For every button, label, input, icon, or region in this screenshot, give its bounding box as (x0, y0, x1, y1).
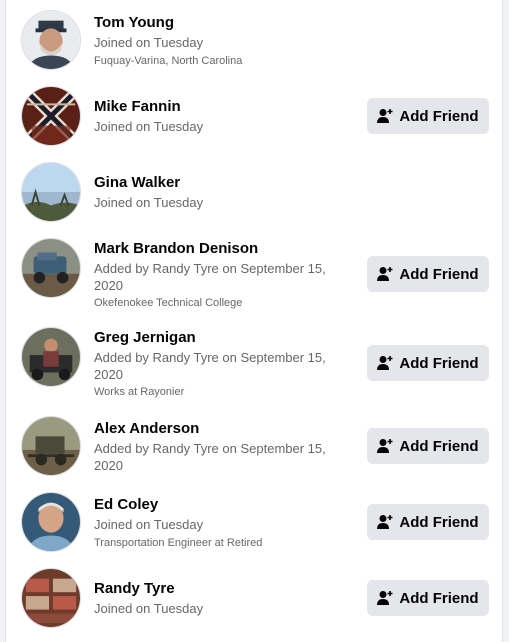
person-detail: Works at Rayonier (94, 386, 185, 398)
add-friend-label: Add Friend (399, 354, 479, 372)
add-friend-button[interactable]: Add Friend (367, 580, 489, 616)
list-item: Alex Anderson Added by Randy Tyre on Sep… (6, 416, 502, 478)
join-status: Joined on Tuesday (94, 601, 204, 616)
person-detail: Fuquay-Varina, North Carolina (94, 55, 243, 67)
join-status: Joined on Tuesday (94, 35, 204, 50)
person-name[interactable]: Greg Jernigan (94, 329, 196, 347)
join-status: Joined on Tuesday (94, 517, 204, 532)
avatar[interactable] (21, 162, 81, 222)
person-name[interactable]: Alex Anderson (94, 420, 199, 438)
add-friend-button[interactable]: Add Friend (367, 345, 489, 381)
join-status: Joined on Tuesday (94, 195, 204, 210)
person-name[interactable]: Randy Tyre (94, 580, 175, 598)
add-friend-button[interactable]: Add Friend (367, 256, 489, 292)
list-item: Tom Young Joined on Tuesday Fuquay-Varin… (6, 10, 502, 72)
add-friend-icon (377, 439, 393, 453)
person-name[interactable]: Gina Walker (94, 174, 180, 192)
add-friend-label: Add Friend (399, 437, 479, 455)
avatar[interactable] (21, 238, 81, 298)
list-item: Mark Brandon Denison Added by Randy Tyre… (6, 238, 502, 312)
person-name[interactable]: Mike Fannin (94, 98, 181, 116)
join-status: Added by Randy Tyre on September 15, 202… (94, 441, 326, 473)
add-friend-label: Add Friend (399, 107, 479, 125)
add-friend-label: Add Friend (399, 265, 479, 283)
add-friend-icon (377, 109, 393, 123)
person-name[interactable]: Tom Young (94, 14, 174, 32)
person-detail: Okefenokee Technical College (94, 297, 243, 309)
join-status: Added by Randy Tyre on September 15, 202… (94, 350, 326, 382)
person-detail: Transportation Engineer at Retired (94, 537, 263, 549)
list-item: Gina Walker Joined on Tuesday (6, 162, 502, 224)
list-item: Ed Coley Joined on Tuesday Transportatio… (6, 492, 502, 554)
add-friend-button[interactable]: Add Friend (367, 504, 489, 540)
avatar[interactable] (21, 327, 81, 387)
list-item: Greg Jernigan Added by Randy Tyre on Sep… (6, 327, 502, 401)
add-friend-icon (377, 515, 393, 529)
avatar[interactable] (21, 416, 81, 476)
add-friend-icon (377, 356, 393, 370)
avatar[interactable] (21, 568, 81, 628)
add-friend-button[interactable]: Add Friend (367, 428, 489, 464)
add-friend-label: Add Friend (399, 513, 479, 531)
people-list: Tom Young Joined on Tuesday Fuquay-Varin… (5, 0, 503, 642)
avatar[interactable] (21, 492, 81, 552)
avatar[interactable] (21, 86, 81, 146)
list-item: Randy Tyre Joined on Tuesday Add Friend (6, 568, 502, 630)
list-item: Mike Fannin Joined on Tuesday Add Friend (6, 86, 502, 148)
join-status: Joined on Tuesday (94, 119, 204, 134)
join-status: Added by Randy Tyre on September 15, 202… (94, 261, 326, 293)
add-friend-icon (377, 267, 393, 281)
add-friend-icon (377, 591, 393, 605)
avatar[interactable] (21, 10, 81, 70)
person-name[interactable]: Ed Coley (94, 496, 158, 514)
add-friend-label: Add Friend (399, 589, 479, 607)
person-name[interactable]: Mark Brandon Denison (94, 240, 258, 258)
add-friend-button[interactable]: Add Friend (367, 98, 489, 134)
